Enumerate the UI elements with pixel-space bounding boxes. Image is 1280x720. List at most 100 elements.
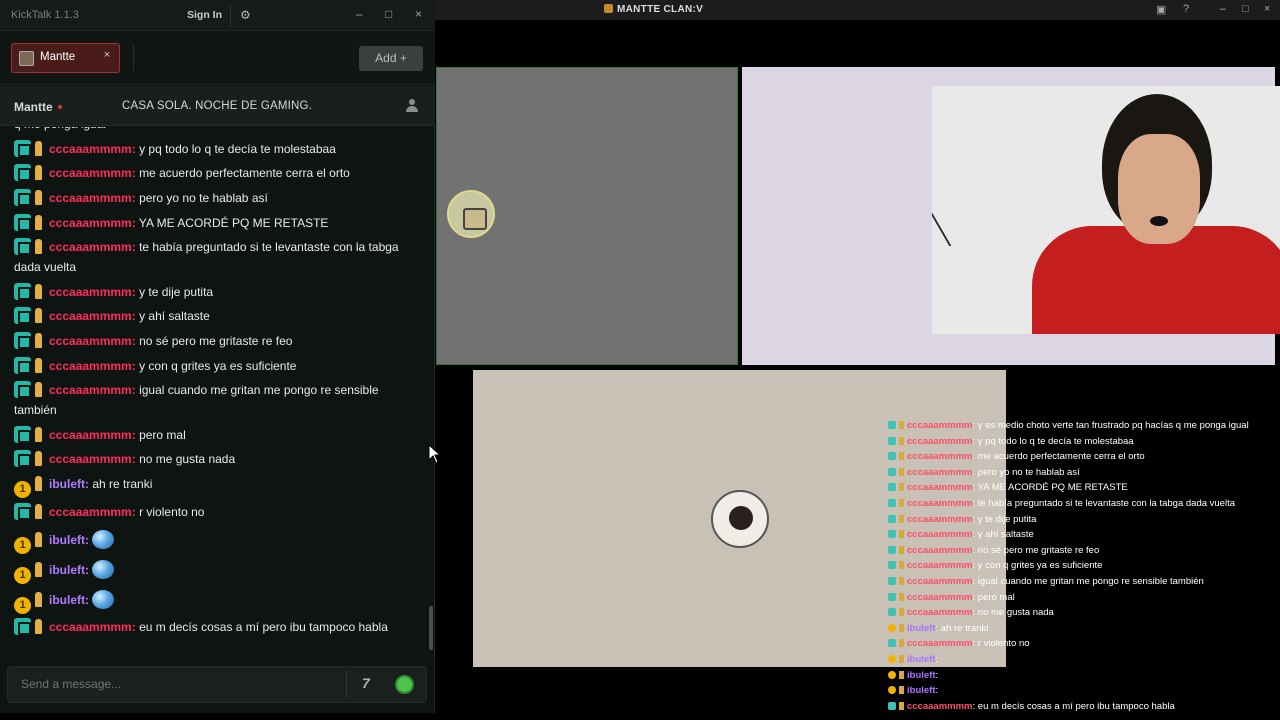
chat-username[interactable]: cccaaammmm: [49,216,136,230]
chat-username[interactable]: cccaaammmm: [49,359,136,373]
subscriber-badge-icon[interactable] [14,282,31,300]
chat-username[interactable]: cccaaammmm: [49,505,136,519]
vip-badge-icon[interactable]: 1 [14,480,31,498]
kick-badge-icon[interactable] [35,618,42,634]
minimize-icon[interactable]: – [356,7,363,21]
chat-username[interactable]: cccaaammmm: [49,309,136,323]
chat-username[interactable]: cccaaammmm: [49,428,136,442]
vip-badge-icon[interactable]: 1 [14,597,31,615]
overlay-username: cccaaammmm [907,513,973,525]
subscriber-badge-icon[interactable] [14,213,31,231]
kick-badge-icon[interactable] [35,475,42,491]
vip-badge-icon[interactable]: 1 [14,537,31,555]
kick-badge-icon[interactable] [35,308,42,324]
overlay-badge-icon [888,670,896,679]
overlay-badge-icon [888,608,896,617]
overlay-text: igual cuando me gritan me pongo re sensi… [977,575,1204,587]
subscriber-badge-icon[interactable] [14,356,31,374]
maximize-icon[interactable]: □ [1242,3,1249,15]
minimize-icon[interactable]: – [1220,3,1226,15]
chat-username[interactable]: cccaaammmm: [49,383,136,397]
close-tab-icon[interactable]: × [100,49,114,65]
overlay-text: pero yo no te hablab así [977,466,1080,478]
chat-username[interactable]: cccaaammmm: [49,240,136,254]
overlay-username: cccaaammmm [907,575,973,587]
emote-picker-icon[interactable] [395,675,414,694]
7tv-emotes-icon[interactable]: 7 [362,675,370,691]
subscriber-badge-icon[interactable] [14,425,31,443]
subscriber-badge-icon[interactable] [14,164,31,182]
subscriber-badge-icon[interactable] [14,189,31,207]
maximize-icon[interactable]: □ [385,7,392,21]
globe-emote-icon[interactable] [92,590,115,610]
subscriber-badge-icon[interactable] [14,139,31,157]
overlay-badge-icon [888,545,896,554]
kick-badge-icon[interactable] [35,190,42,206]
chat-username[interactable]: cccaaammmm: [49,285,136,299]
overlay-username: cccaaammmm [907,591,973,603]
kick-badge-icon[interactable] [35,333,42,348]
subscriber-badge-icon[interactable] [14,503,31,521]
chat-username[interactable]: ibuleft: [49,563,89,577]
user-icon[interactable] [406,99,418,112]
overlay-badge-icon [888,654,896,663]
overlay-chat-line: cccaaammmm: y te dije putita [888,512,1280,528]
globe-emote-icon[interactable] [92,530,115,550]
add-channel-button[interactable]: Add + [359,46,423,71]
kick-badge-icon[interactable] [35,504,42,520]
kick-badge-icon[interactable] [35,357,42,373]
overlay-text: YA ME ACORDÉ PQ ME RETASTE [977,482,1128,494]
overlay-kick-icon [899,701,904,710]
help-icon[interactable]: ? [1183,3,1189,15]
kick-badge-icon[interactable] [35,426,42,442]
chat-username[interactable]: cccaaammmm: [49,620,136,634]
subscriber-badge-icon[interactable] [14,617,31,635]
overlay-username: cccaaammmm [907,435,973,447]
overlay-kick-icon [899,436,904,445]
kick-badge-icon[interactable] [35,239,42,255]
sign-in-button[interactable]: Sign In [179,3,231,27]
kick-badge-icon[interactable] [35,532,42,548]
overlay-chat-line: cccaaammmm: me acuerdo perfectamente cer… [888,449,1280,465]
overlay-text: no sé pero me gritaste re feo [977,544,1100,556]
subscriber-badge-icon[interactable] [14,450,31,468]
chat-username[interactable]: ibuleft: [49,533,89,547]
chat-username[interactable]: cccaaammmm: [49,334,136,348]
chat-username[interactable]: cccaaammmm: [49,452,136,466]
globe-emote-icon[interactable] [92,560,115,580]
kick-badge-icon[interactable] [35,165,42,181]
subscriber-badge-icon[interactable] [14,381,31,399]
participant-avatar [447,190,495,238]
kick-badge-icon[interactable] [35,140,42,156]
close-icon[interactable]: × [415,7,422,21]
layout-icon[interactable]: ▣ [1156,3,1166,16]
kick-badge-icon[interactable] [35,592,42,608]
kick-badge-icon[interactable] [35,382,42,398]
tab-mantte[interactable]: Mantte × [11,43,120,73]
chat-messages[interactable]: q me ponga igual cccaaammmm: y pq todo lo… [0,127,430,655]
chat-message: cccaaammmm: igual cuando me gritan me po… [14,379,419,423]
chat-username[interactable]: ibuleft: [49,477,89,491]
subscriber-badge-icon[interactable] [14,307,31,325]
chat-username[interactable]: cccaaammmm: [49,191,136,205]
kick-badge-icon[interactable] [35,562,42,578]
kick-badge-icon[interactable] [35,451,42,467]
gear-icon[interactable]: ⚙ [240,8,251,22]
chat-username[interactable]: ibuleft: [49,593,89,607]
overlay-kick-icon [899,467,904,476]
vip-badge-icon[interactable]: 1 [14,567,31,585]
chat-username[interactable]: cccaaammmm: [49,142,136,156]
close-icon[interactable]: × [1264,3,1270,15]
kick-badge-icon[interactable] [35,214,42,230]
subscriber-badge-icon[interactable] [14,332,31,349]
kick-badge-icon[interactable] [35,283,42,299]
overlay-username: cccaaammmm [907,497,973,509]
message-input[interactable]: Send a message... 7 [7,666,427,703]
stream-window-title: MANTTE CLAN:V [604,4,703,15]
chat-username[interactable]: cccaaammmm: [49,166,136,180]
subscriber-badge-icon[interactable] [14,238,31,256]
chat-scrollbar[interactable] [429,606,433,650]
participant-tile-grey [436,67,738,365]
overlay-chat-line: cccaaammmm: no sé pero me gritaste re fe… [888,543,1280,559]
overlay-text: ah re tranki [940,622,989,634]
